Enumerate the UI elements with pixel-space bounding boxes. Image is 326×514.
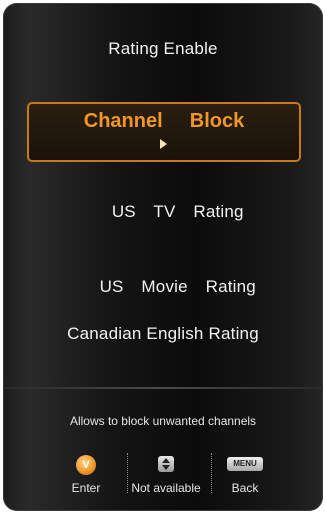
menu-item-label: Rating Enable — [108, 39, 218, 58]
menu-button-icon: MENU — [227, 457, 263, 471]
footer: Allows to block unwanted channels V Ente… — [3, 389, 323, 511]
menu-item-label: US Movie Rating — [99, 277, 256, 296]
menu-item-us-tv-rating[interactable]: US TV Rating — [3, 182, 323, 242]
menu-item-channel-block[interactable]: Channel Block — [27, 102, 301, 162]
menu-item-label: Canadian English Rating — [67, 324, 259, 343]
hint-label: Enter — [71, 481, 101, 495]
menu-item-label: US TV Rating — [111, 202, 244, 221]
menu-item-rating-enable[interactable]: Rating Enable — [3, 39, 323, 59]
hint-label: Not available — [131, 481, 201, 495]
separator — [211, 453, 212, 493]
menu-item-canadian-english-rating[interactable]: Canadian English Rating — [3, 324, 323, 344]
help-text: Allows to block unwanted channels — [69, 414, 257, 428]
menu-list: Rating Enable Channel Block US TV Rating… — [3, 3, 323, 388]
arrow-right-icon — [160, 139, 167, 149]
menu-item-us-movie-rating[interactable]: US Movie Rating — [3, 257, 323, 317]
menu-item-label: Channel Block — [83, 110, 245, 132]
osd-panel: Rating Enable Channel Block US TV Rating… — [3, 3, 323, 511]
v-button-icon: V — [76, 455, 96, 475]
up-down-arrows-icon — [158, 456, 174, 472]
hint-label: Back — [231, 481, 259, 495]
